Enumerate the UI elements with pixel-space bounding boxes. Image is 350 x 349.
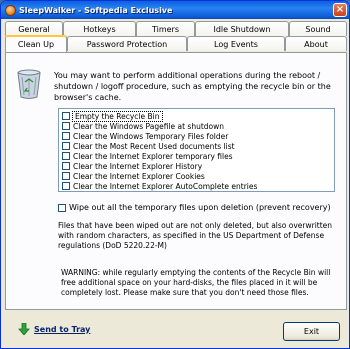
option-label: Clear the Internet Explorer Cookies [73, 171, 205, 181]
checkbox[interactable] [62, 172, 70, 180]
option-clear-ie-cookies[interactable]: Clear the Internet Explorer Cookies [59, 171, 334, 181]
send-to-tray-label[interactable]: Send to Tray [34, 325, 90, 334]
tab-password-protection[interactable]: Password Protection [67, 36, 187, 51]
option-label: Clear the Internet Explorer temporary fi… [73, 151, 233, 161]
main-window: SleepWalker - Softpedia Exclusive × Gene… [0, 0, 350, 349]
window-title: SleepWalker - Softpedia Exclusive [19, 5, 173, 15]
tab-timers[interactable]: Timers [136, 21, 195, 36]
checkbox[interactable] [62, 132, 70, 140]
recycle-bin-icon [17, 69, 41, 99]
option-clear-ie-history[interactable]: Clear the Internet Explorer History [59, 161, 334, 171]
tab-general[interactable]: General [5, 21, 63, 36]
option-clear-ie-autocomplete[interactable]: Clear the Internet Explorer AutoComplete… [59, 181, 334, 191]
wipe-description: Files that have been wiped out are not o… [58, 221, 333, 250]
option-label: Clear the Internet Explorer History [73, 161, 203, 171]
title-bar[interactable]: SleepWalker - Softpedia Exclusive × [1, 1, 349, 19]
exit-button[interactable]: Exit [283, 322, 340, 341]
wipe-label: Wipe out all the temporary files upon de… [69, 203, 331, 212]
tab-row-bottom: Clean Up Password Protection Log Events … [5, 35, 347, 52]
option-label: Clear the Internet Explorer AutoComplete… [73, 181, 258, 191]
option-label: Clear the Windows Pagefile at shutdown [73, 121, 225, 131]
tab-sound[interactable]: Sound [289, 21, 347, 36]
green-arrow-down-icon [18, 323, 30, 335]
tab-about[interactable]: About [285, 36, 347, 51]
option-label: Clear the Windows Temporary Files folder [73, 131, 229, 141]
checkbox[interactable] [62, 122, 70, 130]
option-empty-recycle-bin[interactable]: Empty the Recycle Bin [59, 110, 334, 122]
send-to-tray-link[interactable]: Send to Tray [18, 323, 90, 335]
tab-hotkeys[interactable]: Hotkeys [63, 21, 136, 36]
option-clear-pagefile[interactable]: Clear the Windows Pagefile at shutdown [59, 121, 334, 131]
tab-clean-up[interactable]: Clean Up [5, 35, 67, 52]
close-button[interactable]: × [333, 3, 347, 17]
tab-row-top: General Hotkeys Timers Idle Shutdown Sou… [5, 21, 347, 36]
checkbox[interactable] [62, 152, 70, 160]
option-label: Empty the Recycle Bin [72, 110, 163, 122]
wipe-checkbox[interactable] [58, 203, 66, 212]
option-clear-ie-temp[interactable]: Clear the Internet Explorer temporary fi… [59, 151, 334, 161]
option-clear-temp-folder[interactable]: Clear the Windows Temporary Files folder [59, 131, 334, 141]
intro-text: You may want to perform additional opera… [54, 71, 331, 102]
warning-text: WARNING: while regularly emptying the co… [61, 268, 331, 297]
option-label: Clear the Most Recent Used documents lis… [73, 141, 235, 151]
clean-up-panel: You may want to perform additional opera… [5, 52, 347, 310]
tab-log-events[interactable]: Log Events [187, 36, 285, 51]
checkbox[interactable] [62, 142, 70, 150]
checkbox[interactable] [62, 162, 70, 170]
cleanup-options-list[interactable]: Empty the Recycle Bin Clear the Windows … [58, 108, 335, 192]
checkbox[interactable] [62, 112, 70, 120]
wipe-option[interactable]: Wipe out all the temporary files upon de… [58, 203, 331, 212]
checkbox[interactable] [62, 182, 70, 190]
option-clear-mru[interactable]: Clear the Most Recent Used documents lis… [59, 141, 334, 151]
app-icon [5, 4, 16, 16]
tab-idle-shutdown[interactable]: Idle Shutdown [195, 21, 289, 36]
